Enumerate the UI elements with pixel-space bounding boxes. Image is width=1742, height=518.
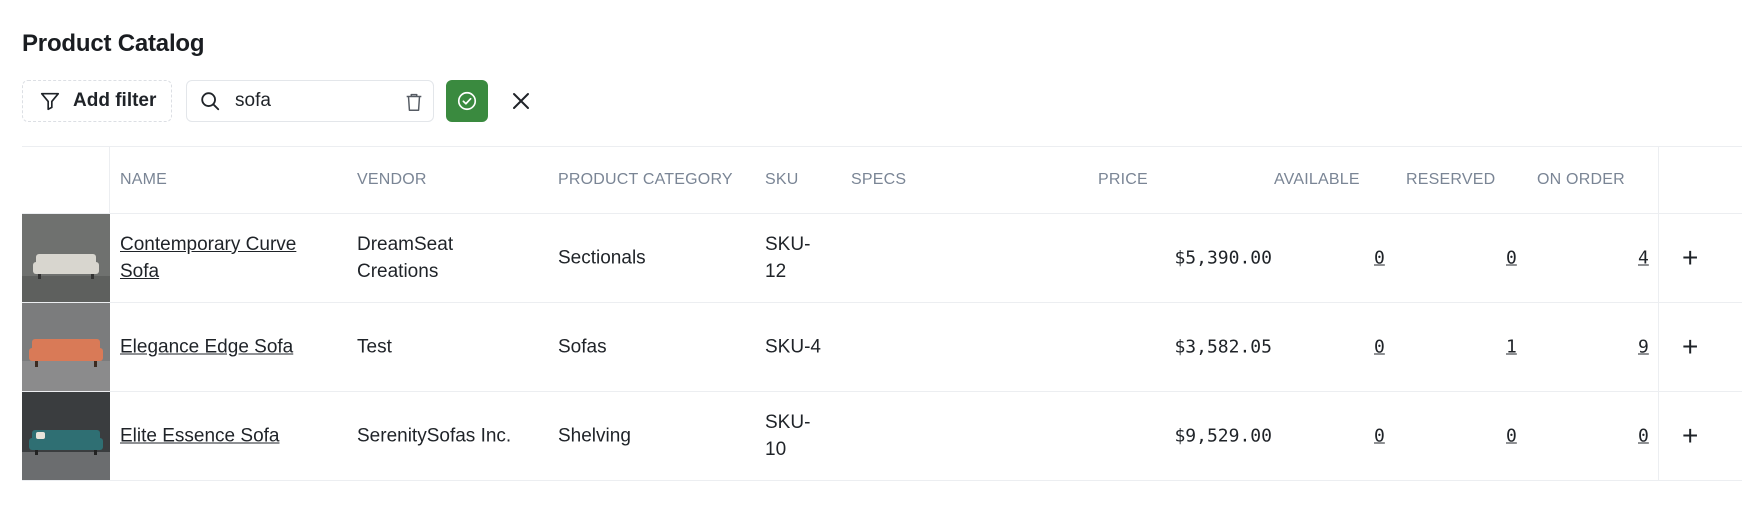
product-name-link[interactable]: Elegance Edge Sofa	[120, 334, 330, 361]
apply-button[interactable]	[446, 80, 488, 122]
add-row-icon[interactable]: +	[1682, 422, 1698, 450]
sofa-image-icon	[22, 303, 110, 391]
price-cell: $5,390.00	[1174, 247, 1272, 269]
sku-cell: SKU-12	[765, 234, 811, 282]
table-header: NAME VENDOR PRODUCT CATEGORY SKU SPECS P…	[22, 146, 1742, 214]
price-cell: $9,529.00	[1174, 425, 1272, 447]
page-title: Product Catalog	[22, 30, 205, 57]
filter-icon	[39, 90, 61, 112]
reserved-count[interactable]: 0	[1506, 423, 1517, 450]
table-row: Elite Essence Sofa SerenitySofas Inc. Sh…	[22, 392, 1742, 481]
available-count[interactable]: 0	[1374, 334, 1385, 361]
add-filter-label: Add filter	[73, 90, 157, 111]
on-order-count[interactable]: 0	[1638, 423, 1649, 450]
on-order-count[interactable]: 9	[1638, 334, 1649, 361]
table-row: Contemporary Curve Sofa DreamSeat Creati…	[22, 214, 1742, 303]
search-icon	[199, 90, 221, 112]
column-header-sku[interactable]: SKU	[765, 171, 799, 189]
product-table: NAME VENDOR PRODUCT CATEGORY SKU SPECS P…	[22, 146, 1742, 481]
vendor-cell: DreamSeat Creations	[357, 234, 454, 282]
available-count[interactable]: 0	[1374, 245, 1385, 272]
table-row: Elegance Edge Sofa Test Sofas SKU-4 $3,5…	[22, 303, 1742, 392]
column-header-price[interactable]: PRICE	[1098, 171, 1148, 189]
column-header-category[interactable]: PRODUCT CATEGORY	[558, 171, 733, 189]
add-filter-button[interactable]: Add filter	[22, 80, 172, 122]
category-cell: Sectionals	[558, 247, 646, 269]
category-cell: Sofas	[558, 336, 607, 358]
reserved-count[interactable]: 0	[1506, 245, 1517, 272]
search-input[interactable]	[235, 90, 385, 112]
vendor-cell: SerenitySofas Inc.	[357, 425, 512, 447]
product-name-link[interactable]: Contemporary Curve Sofa	[120, 231, 330, 285]
price-cell: $3,582.05	[1174, 336, 1272, 358]
clear-button[interactable]	[500, 80, 542, 122]
trash-icon[interactable]	[403, 90, 425, 114]
column-header-vendor[interactable]: VENDOR	[357, 171, 427, 189]
on-order-count[interactable]: 4	[1638, 245, 1649, 272]
column-header-available[interactable]: AVAILABLE	[1274, 171, 1360, 189]
available-count[interactable]: 0	[1374, 423, 1385, 450]
sofa-image-icon	[22, 214, 110, 302]
product-name-link[interactable]: Elite Essence Sofa	[120, 423, 330, 450]
add-row-icon[interactable]: +	[1682, 244, 1698, 272]
product-thumbnail	[22, 392, 110, 480]
vendor-cell: Test	[357, 336, 392, 358]
column-header-name[interactable]: NAME	[120, 171, 167, 189]
add-row-icon[interactable]: +	[1682, 333, 1698, 361]
product-thumbnail	[22, 214, 110, 302]
category-cell: Shelving	[558, 425, 631, 447]
sofa-image-icon	[22, 392, 110, 480]
column-header-on-order[interactable]: ON ORDER	[1537, 171, 1625, 189]
column-header-reserved[interactable]: RESERVED	[1406, 171, 1495, 189]
column-header-specs[interactable]: SPECS	[851, 171, 906, 189]
product-thumbnail	[22, 303, 110, 391]
search-box	[186, 80, 434, 122]
sku-cell: SKU-10	[765, 412, 811, 460]
sku-cell: SKU-4	[765, 336, 821, 358]
close-icon	[512, 92, 530, 110]
check-circle-icon	[456, 90, 478, 112]
reserved-count[interactable]: 1	[1506, 334, 1517, 361]
